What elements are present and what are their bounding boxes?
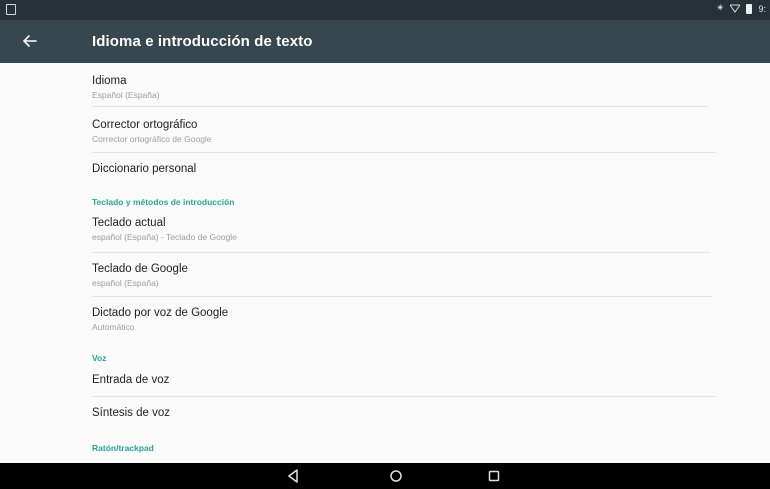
list-item-subtitle: Corrector ortográfico de Google — [92, 134, 212, 144]
list-item-corrector[interactable]: Corrector ortográfico Corrector ortográf… — [92, 119, 712, 144]
list-item-title: Teclado de Google — [92, 263, 188, 275]
divider — [92, 296, 712, 297]
list-item-title: Entrada de voz — [92, 374, 170, 386]
list-item-title: Diccionario personal — [92, 163, 197, 175]
status-icons: ✴ 9: — [716, 3, 766, 14]
list-item-dictado-voz[interactable]: Dictado por voz de Google Automático — [92, 307, 712, 332]
list-item-subtitle: Español (España) — [92, 90, 160, 100]
list-item-title: Idioma — [92, 75, 127, 87]
wifi-icon — [730, 4, 741, 13]
list-item-title: Corrector ortográfico — [92, 119, 198, 131]
list-item-diccionario[interactable]: Diccionario personal — [92, 163, 712, 175]
list-item-title: Dictado por voz de Google — [92, 307, 229, 319]
arrow-back-icon[interactable] — [20, 31, 40, 51]
list-item-subtitle: español (España) — [92, 278, 159, 288]
divider — [92, 106, 708, 107]
divider — [92, 152, 716, 153]
bluetooth-icon: ✴ — [716, 3, 725, 14]
list-item-subtitle: Automático — [92, 322, 135, 332]
battery-icon — [746, 3, 753, 14]
list-item-subtitle: español (España) - Teclado de Google — [92, 232, 237, 242]
list-item-idioma[interactable]: Idioma Español (España) — [92, 75, 712, 100]
status-bar: ✴ 9: — [0, 0, 770, 20]
section-header-voice: Voz — [92, 353, 107, 363]
list-item-sintesis-voz[interactable]: Síntesis de voz — [92, 407, 712, 419]
app-bar: Idioma e introducción de texto — [0, 20, 770, 63]
list-item-title: Síntesis de voz — [92, 407, 170, 419]
settings-list: Idioma Español (España) Corrector ortogr… — [0, 63, 770, 463]
back-triangle-icon[interactable] — [285, 468, 301, 484]
section-header-mouse: Ratón/trackpad — [92, 443, 154, 453]
list-item-title: Teclado actual — [92, 217, 166, 229]
home-circle-icon[interactable] — [388, 468, 404, 484]
divider — [92, 252, 710, 253]
section-header-keyboard: Teclado y métodos de introducción — [92, 197, 235, 207]
list-item-entrada-voz[interactable]: Entrada de voz — [92, 374, 712, 386]
recents-square-icon[interactable] — [486, 468, 502, 484]
list-item-teclado-google[interactable]: Teclado de Google español (España) — [92, 263, 712, 288]
divider — [92, 396, 716, 397]
navigation-bar — [0, 463, 770, 489]
page-title: Idioma e introducción de texto — [92, 33, 313, 50]
notification-icon — [6, 4, 16, 15]
list-item-teclado-actual[interactable]: Teclado actual español (España) - Teclad… — [92, 217, 712, 242]
clock: 9: — [758, 3, 766, 14]
